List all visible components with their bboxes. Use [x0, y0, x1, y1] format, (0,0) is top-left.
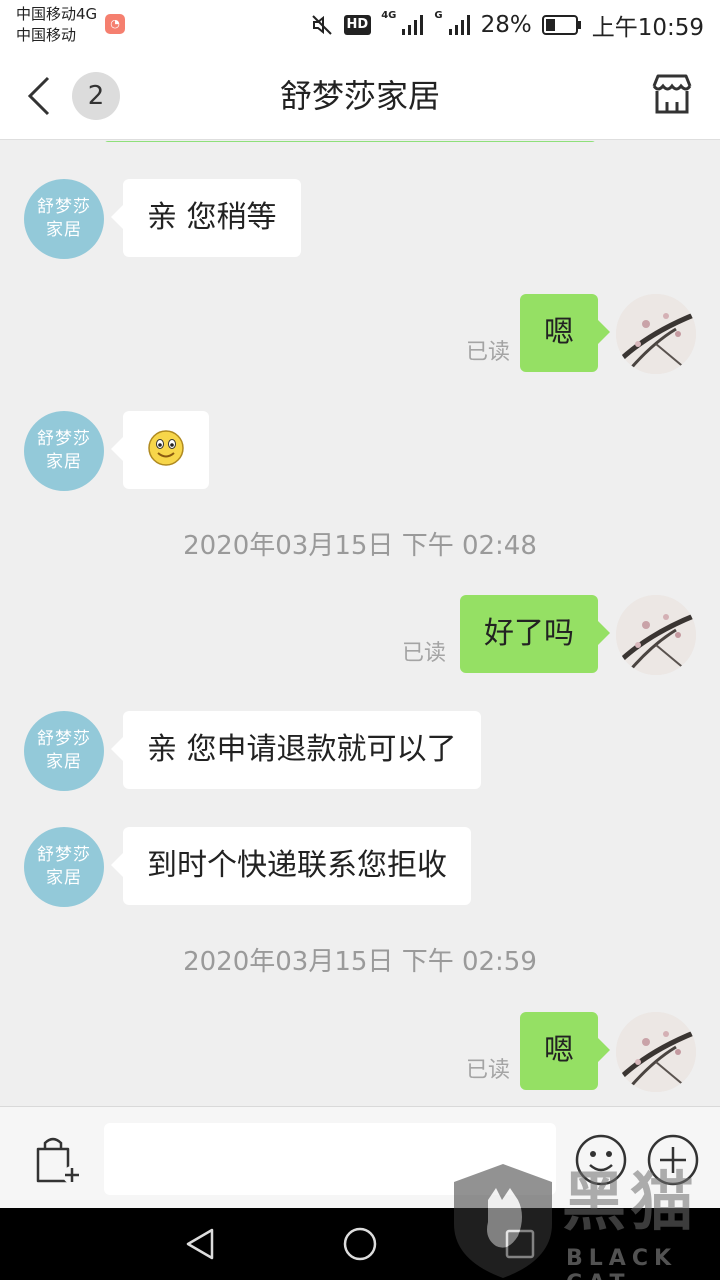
shop-avatar[interactable]: 舒梦莎 家居	[24, 711, 104, 791]
nav-home-icon[interactable]	[342, 1226, 378, 1262]
message-bubble[interactable]: 到时个快递联系您拒收	[111, 827, 471, 905]
message-outgoing: 已读 嗯	[0, 1012, 720, 1092]
back-arrow-icon[interactable]	[22, 72, 58, 120]
message-incoming: 舒梦莎 家居 亲 您稍等	[0, 179, 720, 259]
shop-icon[interactable]	[648, 70, 696, 118]
previous-message-edge	[104, 141, 596, 142]
signal-icon	[402, 15, 424, 35]
clock: 上午10:59	[591, 15, 704, 41]
message-bubble[interactable]: 亲 您稍等	[111, 179, 301, 257]
user-avatar[interactable]	[616, 1012, 696, 1092]
battery-icon	[541, 15, 581, 35]
smile-emoji-icon	[148, 429, 184, 466]
message-incoming: 舒梦莎 家居 到时个快递联系您拒收	[0, 827, 720, 907]
read-status: 已读	[465, 1058, 510, 1083]
black-cat-logo-icon	[454, 1164, 552, 1278]
signal-icon-2	[448, 15, 470, 35]
status-icons: HD 4G G 28% 上午10:59	[310, 9, 704, 41]
network-type-label-2: G	[434, 10, 443, 21]
user-avatar-image	[616, 1012, 696, 1092]
read-status: 已读	[401, 641, 446, 666]
carrier-line-1: 中国移动4G	[16, 5, 98, 23]
chat-header: 2 舒梦莎家居	[0, 52, 720, 140]
shop-avatar[interactable]: 舒梦莎 家居	[24, 179, 104, 259]
read-status: 已读	[465, 340, 510, 365]
timestamp: 2020年03月15日 下午 02:48	[183, 531, 537, 561]
message-bubble-emoji[interactable]	[111, 411, 209, 489]
message-bubble[interactable]: 好了吗	[460, 595, 610, 673]
page-title: 舒梦莎家居	[279, 77, 440, 115]
watermark-text: 黑猫	[562, 1166, 698, 1240]
hd-badge: HD	[343, 15, 372, 35]
shop-avatar[interactable]: 舒梦莎 家居	[24, 827, 104, 907]
shop-avatar[interactable]: 舒梦莎 家居	[24, 411, 104, 491]
battery-percent: 28%	[480, 12, 532, 38]
user-avatar[interactable]	[616, 595, 696, 675]
chat-messages[interactable]: 舒梦莎 家居 亲 您稍等 已读 嗯 舒梦莎 家居 2020年03月15日 下午 …	[0, 141, 720, 1106]
nav-back-icon[interactable]	[182, 1226, 218, 1262]
message-incoming: 舒梦莎 家居	[0, 411, 720, 491]
shopping-bag-icon[interactable]	[32, 1133, 82, 1187]
status-bar: 中国移动4G 中国移动 ◔ HD 4G G 28% 上午10:59	[0, 0, 720, 52]
message-bubble[interactable]: 嗯	[520, 294, 610, 372]
user-avatar-image	[616, 595, 696, 675]
carrier-info: 中国移动4G 中国移动	[16, 4, 97, 46]
user-avatar[interactable]	[616, 294, 696, 374]
unread-count-badge[interactable]: 2	[72, 72, 120, 120]
carrier-line-2: 中国移动	[16, 26, 77, 44]
message-bubble[interactable]: 嗯	[520, 1012, 610, 1090]
notification-app-icon: ◔	[105, 14, 125, 34]
message-bubble[interactable]: 亲 您申请退款就可以了	[111, 711, 481, 789]
mute-icon	[311, 15, 332, 35]
message-incoming: 舒梦莎 家居 亲 您申请退款就可以了	[0, 711, 720, 791]
message-outgoing: 已读 好了吗	[0, 595, 720, 675]
watermark-subtext: BLACK CAT	[566, 1246, 678, 1280]
network-type-label: 4G	[381, 10, 397, 21]
user-avatar-image	[616, 294, 696, 374]
message-outgoing: 已读 嗯	[0, 294, 720, 374]
timestamp: 2020年03月15日 下午 02:59	[183, 947, 537, 977]
